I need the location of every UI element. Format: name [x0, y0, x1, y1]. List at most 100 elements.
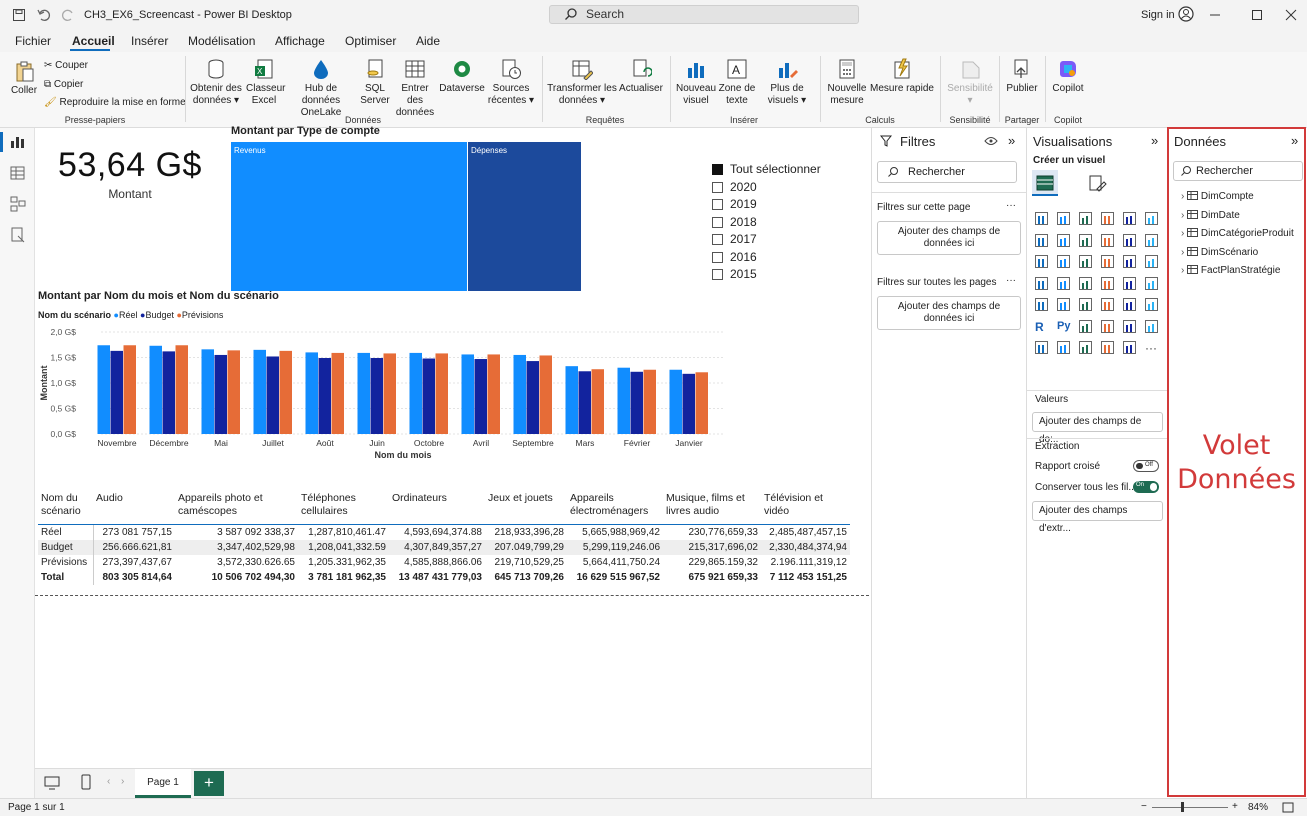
bar-prévisions[interactable]	[331, 352, 345, 434]
bar-réel[interactable]	[409, 352, 423, 434]
r-visual-visual-icon[interactable]: R	[1035, 320, 1048, 334]
matrix-row[interactable]: Prévisions 273,397,437,67 3,572,330.626.65…	[38, 555, 850, 570]
eye-icon[interactable]	[984, 136, 998, 146]
bar-réel[interactable]	[565, 366, 579, 434]
publish-button[interactable]: Publier	[1002, 58, 1042, 95]
treemap-visual-icon[interactable]	[1145, 255, 1158, 268]
year-checkbox[interactable]	[712, 217, 723, 228]
new-measure-button[interactable]: Nouvelle mesure	[824, 58, 870, 107]
azure-map-visual-icon[interactable]	[1101, 276, 1114, 290]
menu-fichier[interactable]: Fichier	[15, 34, 51, 48]
maximize-icon[interactable]	[1251, 9, 1263, 21]
100pct-bar-visual-icon[interactable]	[1123, 212, 1136, 225]
matrix-column-header[interactable]: Télévision et vidéo	[761, 492, 850, 525]
filters-search-input[interactable]: Rechercher	[877, 161, 1017, 183]
matrix-column-header[interactable]: Appareils électroménagers	[567, 492, 663, 525]
filters-page-dropzone[interactable]: Ajouter des champs de données ici	[877, 221, 1021, 255]
prev-page-icon[interactable]: ‹	[107, 776, 110, 787]
year-checkbox[interactable]	[712, 269, 723, 280]
menu-aide[interactable]: Aide	[416, 34, 440, 48]
matrix-column-header[interactable]: Ordinateurs	[389, 492, 485, 525]
bar-budget[interactable]	[578, 371, 592, 434]
new-visual-button[interactable]: Nouveau visuel	[674, 58, 718, 107]
format-visual-icon[interactable]	[1087, 173, 1107, 193]
arcgis-visual-icon[interactable]	[1123, 276, 1136, 290]
dax-query-icon[interactable]	[10, 227, 26, 243]
matrix-column-header[interactable]: Appareils photo et caméscopes	[175, 492, 298, 525]
matrix-column-header[interactable]: Audio	[93, 492, 175, 525]
cross-report-toggle[interactable]: Off	[1133, 460, 1159, 472]
bar-réel[interactable]	[201, 349, 215, 434]
more-visuals-button[interactable]: Plus de visuels ▾	[762, 58, 812, 107]
bar-réel[interactable]	[149, 345, 163, 434]
sensitivity-button[interactable]: Sensibilité ▾	[944, 58, 996, 107]
add-page-button[interactable]: +	[194, 771, 224, 796]
slicer-visual-icon[interactable]	[1101, 298, 1114, 311]
kpi-visual-icon[interactable]	[1079, 298, 1092, 311]
dataverse-button[interactable]: Dataverse	[439, 58, 485, 95]
fit-to-page-icon[interactable]	[1282, 802, 1294, 813]
stacked-bar-visual-icon[interactable]	[1035, 212, 1048, 225]
year-checkbox[interactable]	[712, 234, 723, 245]
field-table-item[interactable]: › DimCatégorieProduit	[1181, 228, 1294, 239]
report-view-icon[interactable]	[10, 135, 26, 149]
collapse-visualizations-icon[interactable]: »	[1151, 133, 1158, 148]
zoom-out-button[interactable]: −	[1141, 801, 1147, 812]
format-painter-button[interactable]: 🖌 Reproduire la mise en forme	[44, 97, 186, 108]
matrix-column-header[interactable]: Téléphones cellulaires	[298, 492, 389, 525]
scatter-visual-icon[interactable]	[1079, 255, 1092, 268]
waterfall-visual-icon[interactable]	[1145, 233, 1158, 247]
cut-button[interactable]: ✂ Couper	[44, 60, 88, 71]
bar-réel[interactable]	[513, 354, 527, 434]
shape-map-visual-icon[interactable]	[1079, 276, 1092, 290]
clustered-bar-chart[interactable]: 0,0 G$ 0,5 G$ 1,0 G$ 1,5 G$ 2,0 G$ Montant Nov…	[35, 323, 735, 468]
treemap-tile-depenses[interactable]: Dépenses	[468, 142, 581, 291]
copilot-button[interactable]: Copilot	[1048, 58, 1088, 95]
collapse-data-icon[interactable]: »	[1291, 133, 1298, 148]
minimize-icon[interactable]	[1209, 9, 1221, 21]
bar-prévisions[interactable]	[175, 345, 189, 434]
bar-prévisions[interactable]	[435, 353, 449, 434]
paginated-visual-icon[interactable]	[1057, 341, 1070, 354]
select-all-checkbox[interactable]	[712, 164, 723, 175]
save-icon[interactable]	[12, 8, 26, 22]
bar-budget[interactable]	[422, 358, 436, 434]
mobile-layout-icon[interactable]	[80, 774, 92, 790]
map-visual-icon[interactable]	[1035, 276, 1048, 290]
matrix-column-header[interactable]: Nom du scénario	[38, 492, 93, 525]
year-checkbox[interactable]	[712, 252, 723, 263]
next-page-icon[interactable]: ›	[121, 776, 124, 787]
power-automate-visual-icon[interactable]	[1101, 341, 1114, 354]
donut-visual-icon[interactable]	[1123, 255, 1136, 268]
keep-filters-toggle[interactable]: On	[1133, 481, 1159, 493]
key-influencers-visual-icon[interactable]	[1079, 319, 1092, 333]
paste-button[interactable]: Coller	[8, 60, 40, 97]
bar-prévisions[interactable]	[383, 353, 397, 434]
recent-sources-button[interactable]: Sources récentes ▾	[486, 58, 536, 107]
menu-accueil[interactable]: Accueil	[72, 34, 115, 48]
line-visual-icon[interactable]	[1035, 233, 1048, 247]
year-checkbox[interactable]	[712, 199, 723, 210]
more-options-icon[interactable]: ···	[1006, 275, 1016, 286]
build-visual-tab[interactable]	[1032, 170, 1058, 196]
text-box-button[interactable]: A Zone de texte	[718, 58, 756, 107]
bar-prévisions[interactable]	[123, 345, 137, 434]
model-view-icon[interactable]	[10, 196, 26, 212]
account-icon[interactable]	[1178, 6, 1194, 22]
bar-prévisions[interactable]	[279, 350, 293, 434]
drillthrough-dropzone[interactable]: Ajouter des champs d'extr...	[1032, 501, 1163, 534]
sign-in-link[interactable]: Sign in	[1141, 9, 1175, 21]
custom-visual-icon[interactable]	[1123, 341, 1136, 354]
table-view-icon[interactable]	[10, 166, 26, 180]
line-column-visual-icon[interactable]	[1101, 233, 1114, 247]
matrix-visual[interactable]: Nom du scénario Audio Appareils photo et c…	[38, 492, 850, 585]
clustered-column-visual-icon[interactable]	[1101, 212, 1114, 225]
matrix-total-row[interactable]: Total 803 305 814,64 10 506 702 494,30 3 78…	[38, 570, 850, 585]
qna-visual-icon[interactable]	[1123, 319, 1136, 333]
matrix-row[interactable]: Budget 256.666.621,81 3,347,402,529,98 1,20…	[38, 540, 850, 555]
stacked-area-visual-icon[interactable]	[1079, 233, 1092, 247]
sql-server-button[interactable]: SQL Server	[358, 58, 392, 107]
field-table-item[interactable]: › DimDate	[1181, 209, 1240, 221]
field-table-item[interactable]: › DimScénario	[1181, 246, 1258, 258]
data-search-input[interactable]: Rechercher	[1173, 161, 1303, 181]
